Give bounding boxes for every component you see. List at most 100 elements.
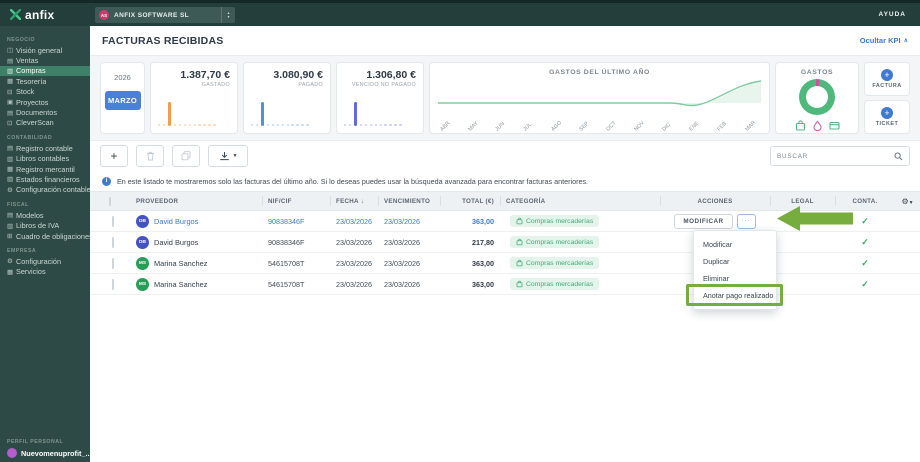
col-fecha[interactable]: FECHA ↓ (330, 196, 378, 206)
stock-icon: ⊟ (7, 88, 13, 96)
col-nif[interactable]: NIF/CIF (262, 196, 330, 206)
tax-forms-icon: ▤ (7, 212, 14, 220)
help-link[interactable]: AYUDA (878, 3, 906, 26)
sidebar-item-estados-financieros[interactable]: ▧ Estados financieros (0, 174, 90, 184)
sidebar-item-vision-general[interactable]: ◫ Visión general (0, 45, 90, 55)
row-checkbox[interactable] (112, 215, 114, 227)
sparkline-dot (301, 123, 304, 126)
row-checkbox[interactable] (112, 278, 114, 290)
col-proveedor[interactable]: PROVEEDOR (130, 198, 262, 205)
sidebar-item-documentos[interactable]: ▤ Documentos (0, 107, 90, 117)
delete-button[interactable] (136, 145, 164, 167)
sidebar-item-servicios[interactable]: ▦ Servicios (0, 267, 90, 277)
sidebar-item-proyectos[interactable]: ▣ Proyectos (0, 97, 90, 107)
col-categoria[interactable]: CATEGORÍA (500, 196, 660, 206)
annotation-arrow-icon (777, 206, 853, 231)
row-checkbox[interactable] (112, 236, 114, 248)
obligations-icon: ⊞ (7, 233, 13, 241)
sparkline-dot (251, 123, 254, 126)
sidebar-profile: PERFIL PERSONAL Nuevomenuprofit_... (0, 432, 90, 458)
expenses-line-chart-card: GASTOS DEL ÚLTIMO AÑO ABR MAY JUN JUL AGO SEP… (429, 62, 770, 134)
sparkline-bar (353, 102, 357, 126)
sparkline-dot (276, 123, 279, 126)
month-label: OCT (605, 120, 618, 133)
month-button[interactable]: MARZO (104, 91, 141, 110)
proveedor-cell: MS Marina Sanchez (130, 256, 262, 270)
sidebar-item-tesoreria[interactable]: ▦ Tesorería (0, 76, 90, 86)
kpi-value: 3.080,90 € (273, 69, 323, 81)
sidebar-item-configuracion-contable[interactable]: ⚙ Configuración contable (0, 185, 90, 195)
avatar: MS (136, 277, 149, 291)
col-acciones: ACCIONES (660, 196, 770, 206)
table-row[interactable]: MS Marina Sanchez 54615708T 23/03/2026 23/03… (90, 253, 920, 274)
table-row[interactable]: MS Marina Sanchez 54615708T 23/03/2026 23/03… (90, 274, 920, 295)
download-button[interactable]: ▼ (208, 145, 248, 167)
sidebar-item-compras[interactable]: ▥ Compras (0, 65, 90, 77)
new-factura-button[interactable]: + FACTURA (864, 62, 910, 96)
category-badge-label: Compras mercaderías (526, 238, 594, 246)
sparkline-dot (348, 123, 352, 126)
select-all-checkbox[interactable] (109, 196, 111, 206)
sidebar-item-label: Compras (16, 66, 46, 76)
duplicate-button[interactable] (172, 145, 200, 167)
sparkline-dot (266, 123, 269, 126)
main-content: FACTURAS RECIBIDAS Ocultar KPI ∧ 2026 MA… (90, 26, 920, 462)
shopping-bag-icon (795, 120, 805, 131)
purchase-category-icon (516, 238, 523, 246)
sidebar-item-registro-mercantil[interactable]: ▦ Registro mercantil (0, 164, 90, 174)
menu-item-duplicar[interactable]: Duplicar (694, 253, 776, 270)
menu-item-anotar-pago-realizado[interactable]: Anotar pago realizado (694, 287, 776, 304)
modify-button[interactable]: MODIFICAR (674, 213, 733, 229)
sidebar-item-ventas[interactable]: ▤ Ventas (0, 55, 90, 65)
anfix-logo[interactable]: anfix (10, 8, 55, 22)
col-total[interactable]: TOTAL (€) (440, 196, 500, 206)
sidebar-item-cleverscan[interactable]: ⊡ CleverScan (0, 118, 90, 128)
sidebar-item-label: Servicios (16, 267, 46, 277)
sidebar-item-registro-contable[interactable]: ▤ Registro contable (0, 143, 90, 153)
menu-item-eliminar[interactable]: Eliminar (694, 270, 776, 287)
proveedor-link[interactable]: David Burgos (154, 217, 198, 226)
add-invoice-button[interactable]: + (100, 145, 128, 167)
sidebar-item-stock[interactable]: ⊟ Stock (0, 87, 90, 97)
menu-item-modificar[interactable]: Modificar (694, 236, 776, 253)
proveedor-link[interactable]: Marina Sanchez (154, 259, 207, 268)
row-checkbox[interactable] (112, 257, 114, 269)
sidebar-item-configuracion[interactable]: ⚙ Configuración (0, 256, 90, 266)
col-vencimiento[interactable]: VENCIMIENTO (378, 196, 440, 206)
kpi-year: 2026 (114, 73, 131, 82)
accounted-check-icon: ✓ (861, 278, 869, 289)
plus-icon: + (881, 69, 893, 81)
proveedor-link[interactable]: Marina Sanchez (154, 280, 207, 289)
donut-title: GASTOS (800, 69, 834, 76)
search-input[interactable] (777, 152, 894, 160)
sidebar-item-libros-contables[interactable]: ▥ Libros contables (0, 154, 90, 164)
chevron-up-icon: ∧ (903, 38, 908, 44)
nif-cell: 54615708T (268, 279, 305, 289)
proveedor-link[interactable]: David Burgos (154, 238, 198, 247)
category-badge: Compras mercaderías (510, 215, 600, 227)
column-settings-button[interactable]: ⚙▼ (895, 197, 920, 206)
hide-kpi-toggle[interactable]: Ocultar KPI ∧ (860, 36, 908, 45)
table-row[interactable]: DB David Burgos 90838346F 23/03/2026 23/03/2… (90, 232, 920, 253)
profile-menu[interactable]: Nuevomenuprofit_... (0, 448, 90, 458)
sparkline-dot (158, 123, 161, 126)
sidebar-item-libros-de-iva[interactable]: ▥ Libros de IVA (0, 220, 90, 230)
new-ticket-button[interactable]: + TICKET (864, 100, 910, 134)
sparkline-dot (183, 123, 186, 126)
sidebar-item-modelos[interactable]: ▤ Modelos (0, 210, 90, 220)
sparkline-gastado (158, 102, 230, 128)
line-chart-title: GASTOS DEL ÚLTIMO AÑO (549, 69, 650, 76)
categoria-cell: Compras mercaderías (500, 278, 660, 290)
sparkline-bar (260, 102, 264, 126)
avatar: DB (136, 214, 149, 228)
company-selector[interactable]: AS ANFIX SOFTWARE SL ▴ ▾ (95, 7, 235, 23)
avatar: MS (136, 256, 149, 270)
search-icon (894, 152, 903, 160)
kpi-label: PAGADO (298, 82, 323, 88)
fecha-cell: 23/03/2026 (336, 258, 372, 268)
col-fecha-label: FECHA (336, 197, 359, 205)
sidebar-item-cuadro-de-obligaciones[interactable]: ⊞ Cuadro de obligaciones (0, 231, 90, 241)
sparkline-dot (173, 123, 176, 126)
more-actions-button[interactable]: ··· (736, 213, 756, 229)
app-root: anfix AS ANFIX SOFTWARE SL ▴ ▾ AYUDA NEGO… (0, 0, 920, 462)
